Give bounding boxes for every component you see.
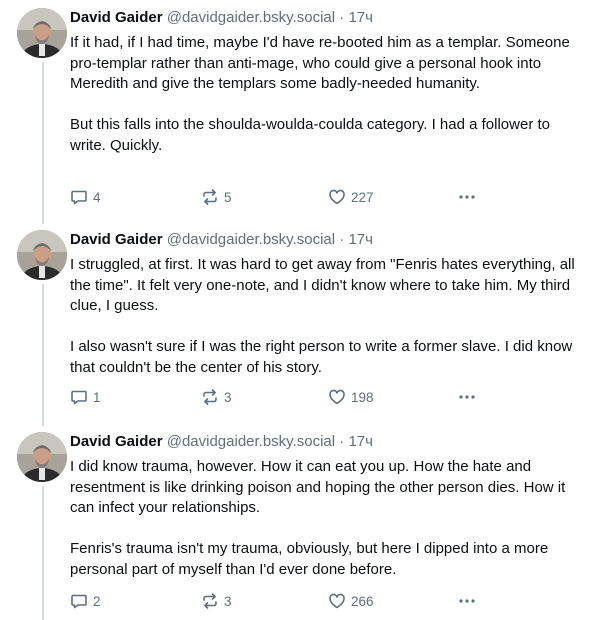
post-header: David Gaider @davidgaider.bsky.social · … xyxy=(70,8,585,28)
post-text: If it had, if I had time, maybe I'd have… xyxy=(70,34,570,154)
separator-dot: · xyxy=(339,9,345,26)
post-content: David Gaider @davidgaider.bsky.social · … xyxy=(70,230,585,405)
repost-button[interactable]: 3 xyxy=(201,590,232,612)
post-timestamp[interactable]: 17ч xyxy=(348,231,373,248)
reply-button[interactable]: 1 xyxy=(70,386,101,408)
post-actions: 4 5 227 xyxy=(70,186,510,208)
repost-count: 3 xyxy=(224,389,232,405)
author-handle[interactable]: @davidgaider.bsky.social xyxy=(167,231,335,248)
repost-button[interactable]: 3 xyxy=(201,386,232,408)
post-content: David Gaider @davidgaider.bsky.social · … xyxy=(70,8,585,205)
post-header: David Gaider @davidgaider.bsky.social · … xyxy=(70,432,585,452)
post-text: I did know trauma, however. How it can e… xyxy=(70,458,566,578)
post-header: David Gaider @davidgaider.bsky.social · … xyxy=(70,230,585,250)
more-options-button[interactable] xyxy=(457,186,477,208)
avatar[interactable] xyxy=(17,432,67,482)
post-actions: 2 3 266 xyxy=(70,590,510,612)
reply-count: 4 xyxy=(93,189,101,205)
heart-icon xyxy=(329,189,345,205)
post[interactable]: David Gaider @davidgaider.bsky.social · … xyxy=(0,8,595,208)
thread-feed: David Gaider @davidgaider.bsky.social · … xyxy=(0,0,595,620)
repost-button[interactable]: 5 xyxy=(201,186,232,208)
like-button[interactable]: 227 xyxy=(328,186,374,208)
author-handle[interactable]: @davidgaider.bsky.social xyxy=(167,9,335,26)
repost-arrows-icon xyxy=(203,189,217,205)
post[interactable]: David Gaider @davidgaider.bsky.social · … xyxy=(0,230,595,410)
author-handle[interactable]: @davidgaider.bsky.social xyxy=(167,433,335,450)
avatar[interactable] xyxy=(17,8,67,58)
reply-button[interactable]: 4 xyxy=(70,186,101,208)
repost-count: 3 xyxy=(224,593,232,609)
author-name[interactable]: David Gaider xyxy=(70,9,163,26)
heart-icon xyxy=(329,593,345,609)
separator-dot: · xyxy=(339,231,345,248)
speech-bubble-icon xyxy=(71,190,87,205)
author-name[interactable]: David Gaider xyxy=(70,231,163,248)
ellipsis-icon xyxy=(459,599,475,603)
avatar[interactable] xyxy=(17,230,67,280)
repost-arrows-icon xyxy=(203,593,217,609)
repost-arrows-icon xyxy=(203,389,217,405)
author-name[interactable]: David Gaider xyxy=(70,433,163,450)
ellipsis-icon xyxy=(459,195,475,199)
reply-button[interactable]: 2 xyxy=(70,590,101,612)
ellipsis-icon xyxy=(459,395,475,399)
post-text: I struggled, at first. It was hard to ge… xyxy=(70,256,575,376)
post-actions: 1 3 198 xyxy=(70,386,510,408)
post-timestamp[interactable]: 17ч xyxy=(348,9,373,26)
repost-count: 5 xyxy=(224,189,232,205)
post-content: David Gaider @davidgaider.bsky.social · … xyxy=(70,432,585,609)
reply-count: 2 xyxy=(93,593,101,609)
like-count: 266 xyxy=(351,593,374,609)
post-timestamp[interactable]: 17ч xyxy=(348,433,373,450)
like-button[interactable]: 198 xyxy=(328,386,374,408)
more-options-button[interactable] xyxy=(457,386,477,408)
like-count: 227 xyxy=(351,189,374,205)
heart-icon xyxy=(329,389,345,405)
separator-dot: · xyxy=(339,433,345,450)
like-count: 198 xyxy=(351,389,374,405)
speech-bubble-icon xyxy=(71,390,87,405)
like-button[interactable]: 266 xyxy=(328,590,374,612)
reply-count: 1 xyxy=(93,389,101,405)
speech-bubble-icon xyxy=(71,594,87,609)
post[interactable]: David Gaider @davidgaider.bsky.social · … xyxy=(0,432,595,617)
more-options-button[interactable] xyxy=(457,590,477,612)
